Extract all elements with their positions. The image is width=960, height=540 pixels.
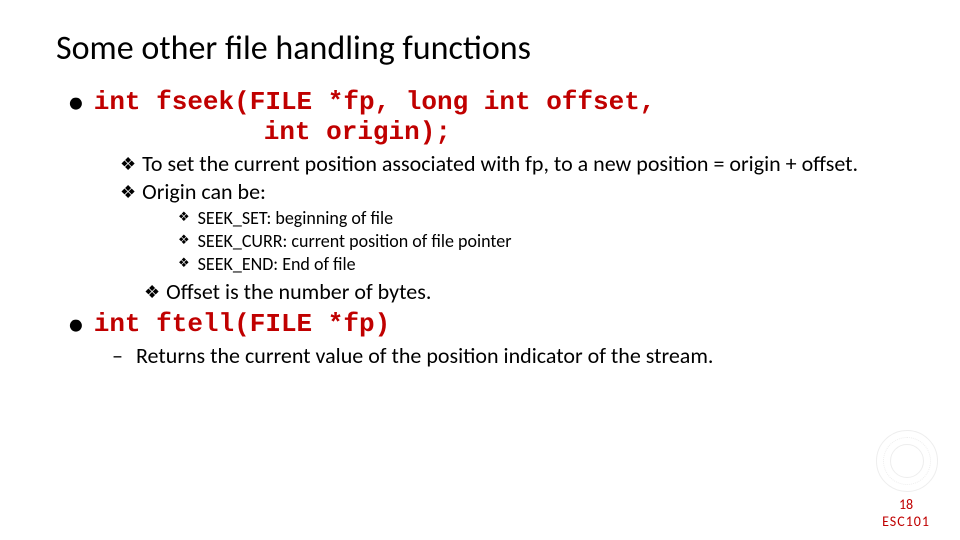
course-code: ESC101 [882, 513, 930, 530]
disc-bullet-icon: ● [68, 87, 84, 117]
bullet-seek-set: ❖ SEEK_SET: beginning of file [178, 207, 904, 229]
bullet-seek-curr: ❖ SEEK_CURR: current position of file po… [178, 230, 904, 252]
small-diamond-bullet-icon: ❖ [178, 230, 190, 252]
page-number: 18 [882, 496, 930, 513]
bullet-fseek-desc: ❖ To set the current position associated… [120, 151, 904, 177]
disc-bullet-icon: ● [68, 309, 84, 339]
diamond-bullet-icon: ❖ [120, 151, 136, 177]
fseek-desc-text: To set the current position associated w… [142, 151, 904, 177]
small-diamond-bullet-icon: ❖ [178, 253, 190, 275]
seek-curr-text: SEEK_CURR: current position of file poin… [198, 230, 904, 252]
offset-note-text: Offset is the number of bytes. [166, 279, 904, 305]
fseek-signature: int fseek(FILE *fp, long int offset, int… [94, 87, 904, 147]
ftell-desc-text: Returns the current value of the positio… [136, 343, 904, 369]
bullet-ftell-desc: – Returns the current value of the posit… [112, 343, 904, 369]
seek-end-text: SEEK_END: End of file [198, 253, 904, 275]
diamond-bullet-icon: ❖ [144, 279, 160, 305]
origin-label-text: Origin can be: [142, 179, 904, 205]
bullet-seek-end: ❖ SEEK_END: End of file [178, 253, 904, 275]
bullet-ftell: ● int ftell(FILE *fp) [68, 309, 904, 339]
bullet-offset-note: ❖ Offset is the number of bytes. [144, 279, 904, 305]
seek-set-text: SEEK_SET: beginning of file [198, 207, 904, 229]
diamond-bullet-icon: ❖ [120, 179, 136, 205]
bullet-fseek: ● int fseek(FILE *fp, long int offset, i… [68, 87, 904, 147]
small-diamond-bullet-icon: ❖ [178, 207, 190, 229]
institute-logo [876, 430, 938, 492]
ftell-signature: int ftell(FILE *fp) [94, 309, 904, 339]
bullet-origin-label: ❖ Origin can be: [120, 179, 904, 205]
slide-footer: 18 ESC101 [882, 496, 930, 530]
dash-bullet-icon: – [112, 343, 126, 369]
slide-title: Some other file handling functions [56, 28, 904, 69]
